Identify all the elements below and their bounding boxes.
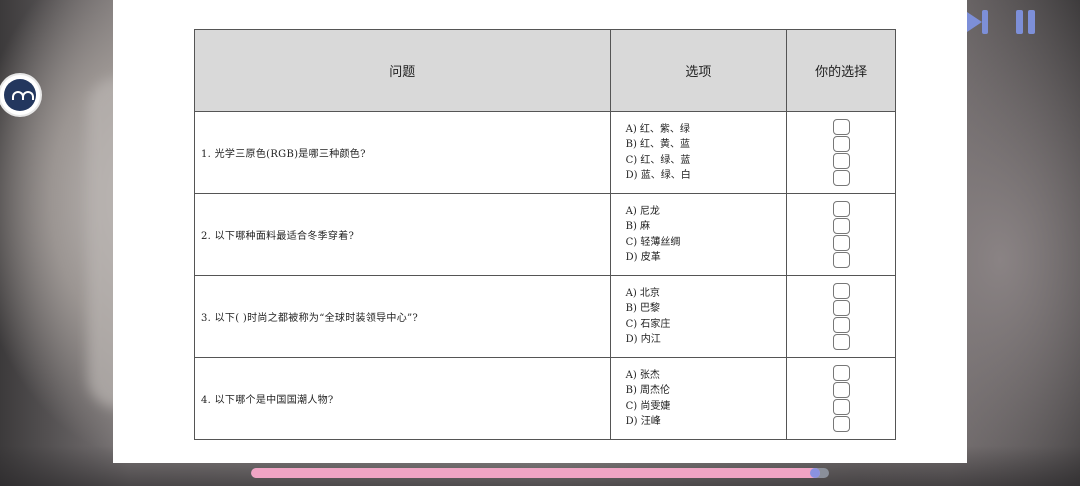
question-text: 1. 光学三原色(RGB)是哪三种颜色?	[194, 111, 611, 194]
header-options: 选项	[609, 29, 788, 112]
options-cell: A) 尼龙 B) 麻 C) 轻薄丝绸 D) 皮革	[609, 193, 788, 276]
answer-checkbox[interactable]	[832, 382, 850, 398]
quiz-table: 问题 选项 你的选择 1. 光学三原色(RGB)是哪三种颜色? A) 红、紫、绿 B…	[194, 29, 896, 440]
avatar[interactable]	[0, 75, 40, 115]
option-label: B) 红、黄、蓝	[625, 139, 691, 150]
choice-checkboxes	[788, 365, 894, 432]
table-row: 1. 光学三原色(RGB)是哪三种颜色? A) 红、紫、绿 B) 红、黄、蓝 C) 红…	[194, 111, 896, 194]
table-row: 3. 以下( )时尚之都被称为“全球时装领导中心”? A) 北京 B) 巴黎 C) 石…	[194, 275, 896, 358]
answer-checkbox[interactable]	[832, 136, 850, 152]
option-label: D) 内江	[625, 334, 661, 345]
progress-fill	[251, 468, 821, 478]
progress-bar[interactable]	[251, 468, 829, 478]
header-row: 问题 选项 你的选择	[194, 29, 896, 112]
options-cell: A) 张杰 B) 周杰伦 C) 尚雯婕 D) 汪峰	[609, 357, 788, 440]
options-cell: A) 红、紫、绿 B) 红、黄、蓝 C) 红、绿、蓝 D) 蓝、绿、白	[609, 111, 788, 194]
choice-cell	[786, 357, 896, 440]
answer-checkbox[interactable]	[832, 334, 850, 350]
table-row: 4. 以下哪个是中国国潮人物? A) 张杰 B) 周杰伦 C) 尚雯婕 D) 汪峰	[194, 357, 896, 440]
option-label: A) 张杰	[625, 369, 660, 381]
answer-checkbox[interactable]	[832, 399, 850, 415]
options-cell: A) 北京 B) 巴黎 C) 石家庄 D) 内江	[609, 275, 788, 358]
quiz-sheet: 问题 选项 你的选择 1. 光学三原色(RGB)是哪三种颜色? A) 红、紫、绿 B…	[113, 0, 967, 463]
option-label: A) 尼龙	[625, 205, 660, 217]
answer-checkbox[interactable]	[832, 153, 850, 169]
option-label: D) 皮革	[625, 252, 661, 263]
choice-cell	[786, 111, 896, 194]
answer-checkbox[interactable]	[832, 317, 850, 333]
answer-checkbox[interactable]	[832, 283, 850, 299]
answer-checkbox[interactable]	[832, 235, 850, 251]
option-label: B) 麻	[625, 221, 651, 232]
pause-icon[interactable]	[1008, 6, 1042, 38]
answer-checkbox[interactable]	[832, 119, 850, 135]
answer-checkbox[interactable]	[832, 416, 850, 432]
header-question: 问题	[194, 29, 611, 112]
option-label: C) 轻薄丝绸	[625, 236, 681, 248]
answer-checkbox[interactable]	[832, 218, 850, 234]
option-label: C) 红、绿、蓝	[625, 154, 691, 166]
avatar-eye-right	[22, 91, 34, 100]
choice-cell	[786, 193, 896, 276]
progress-handle[interactable]	[810, 468, 821, 478]
option-label: C) 石家庄	[625, 318, 671, 330]
option-label: C) 尚雯婕	[625, 400, 671, 412]
option-label: D) 汪峰	[625, 416, 661, 427]
question-text: 3. 以下( )时尚之都被称为“全球时装领导中心”?	[194, 275, 611, 358]
choice-checkboxes	[788, 119, 894, 186]
option-label: A) 红、紫、绿	[625, 123, 690, 135]
answer-checkbox[interactable]	[832, 365, 850, 381]
answer-checkbox[interactable]	[832, 300, 850, 316]
choice-cell	[786, 275, 896, 358]
header-choice: 你的选择	[786, 29, 896, 112]
avatar-face-icon	[4, 79, 36, 111]
player-controls	[960, 6, 1042, 38]
table-row: 2. 以下哪种面料最适合冬季穿着? A) 尼龙 B) 麻 C) 轻薄丝绸 D) 皮革	[194, 193, 896, 276]
option-label: B) 周杰伦	[625, 385, 671, 396]
question-text: 4. 以下哪个是中国国潮人物?	[194, 357, 611, 440]
option-label: B) 巴黎	[625, 303, 661, 314]
answer-checkbox[interactable]	[832, 170, 850, 186]
option-label: D) 蓝、绿、白	[625, 170, 691, 181]
question-text: 2. 以下哪种面料最适合冬季穿着?	[194, 193, 611, 276]
answer-checkbox[interactable]	[832, 252, 850, 268]
option-label: A) 北京	[625, 287, 660, 299]
choice-checkboxes	[788, 201, 894, 268]
answer-checkbox[interactable]	[832, 201, 850, 217]
choice-checkboxes	[788, 283, 894, 350]
